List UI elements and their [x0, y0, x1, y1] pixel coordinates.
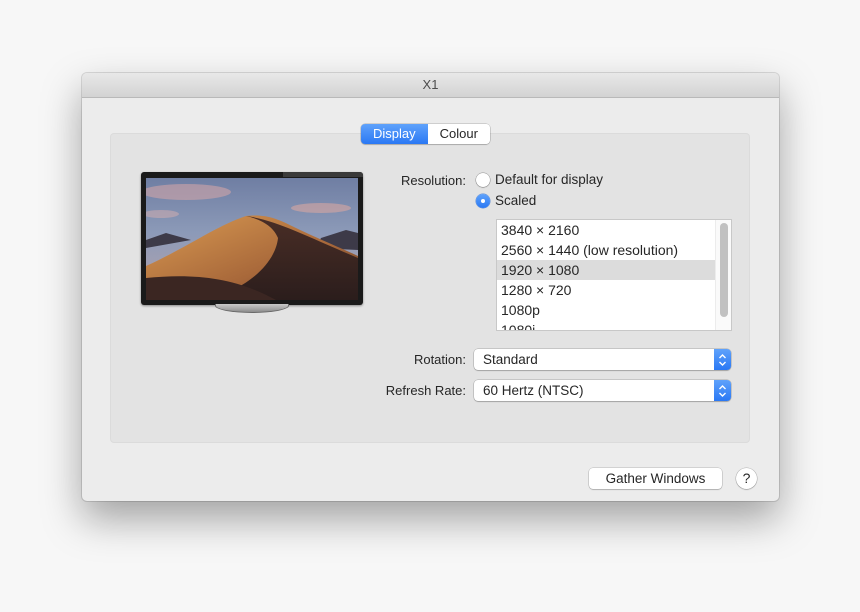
refresh-rate-value: 60 Hertz (NTSC) [483, 383, 584, 398]
scrollbar-track[interactable] [715, 220, 731, 330]
title-bar[interactable]: X1 [82, 73, 779, 98]
display-preview-icon [141, 172, 363, 313]
list-item[interactable]: 3840 × 2160 [497, 220, 715, 240]
radio-scaled[interactable]: Scaled [476, 193, 536, 208]
refresh-rate-select[interactable]: 60 Hertz (NTSC) [474, 380, 731, 401]
rotation-label: Rotation: [413, 352, 466, 367]
up-down-chevron-icon [714, 349, 731, 370]
radio-default-for-display[interactable]: Default for display [476, 172, 603, 187]
resolution-label: Resolution: [400, 173, 466, 188]
gather-windows-button[interactable]: Gather Windows [589, 468, 722, 489]
radio-button-checked[interactable] [476, 193, 490, 208]
resolution-list[interactable]: 3840 × 2160 2560 × 1440 (low resolution)… [496, 219, 732, 331]
list-item-selected[interactable]: 1920 × 1080 [497, 260, 715, 280]
monitor-bezel [141, 172, 363, 305]
list-item[interactable]: 1080p [497, 300, 715, 320]
monitor-wallpaper [146, 178, 358, 300]
window-title: X1 [422, 77, 439, 92]
list-item[interactable]: 2560 × 1440 (low resolution) [497, 240, 715, 260]
display-preferences-window: X1 Display Colour Resolution: Default fo… [82, 73, 779, 501]
scrollbar-thumb[interactable] [720, 223, 728, 317]
list-item[interactable]: 1080i [497, 320, 715, 330]
radio-label: Scaled [495, 193, 537, 208]
desert-wallpaper-image [146, 178, 358, 300]
refresh-rate-label: Refresh Rate: [385, 383, 466, 398]
up-down-chevron-icon [714, 380, 731, 401]
tab-bar: Display Colour [361, 124, 490, 144]
rotation-value: Standard [483, 352, 538, 367]
radio-button-unchecked[interactable] [476, 172, 490, 187]
tab-colour[interactable]: Colour [427, 124, 490, 144]
list-item[interactable]: 1280 × 720 [497, 280, 715, 300]
radio-label: Default for display [495, 172, 604, 187]
help-button[interactable]: ? [736, 468, 757, 489]
question-mark-icon: ? [742, 470, 751, 486]
rotation-select[interactable]: Standard [474, 349, 731, 370]
tab-display[interactable]: Display [361, 124, 428, 144]
